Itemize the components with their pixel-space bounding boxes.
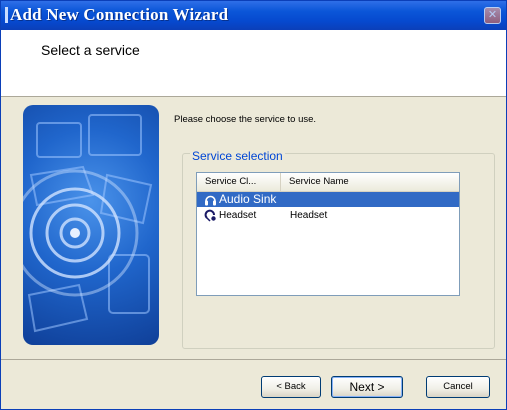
service-class-cell: Audio Sink (219, 192, 277, 206)
next-button[interactable]: Next > (331, 376, 403, 398)
column-header-service-name[interactable]: Service Name (281, 173, 459, 191)
headphones-icon (205, 195, 216, 206)
service-class-cell: Headset (219, 210, 257, 221)
list-row-audio-sink[interactable]: Audio Sink (197, 192, 459, 207)
title-bar[interactable]: Add New Connection Wizard ✕ (1, 1, 506, 30)
service-name-cell: Headset (290, 210, 328, 221)
wizard-body: Please choose the service to use. Servic… (1, 97, 506, 359)
window-title: Add New Connection Wizard (10, 5, 229, 24)
list-header: Service Cl... Service Name (197, 173, 459, 192)
wizard-footer: < Back Next > Cancel (1, 359, 506, 409)
service-list[interactable]: Service Cl... Service Name Audio Sink He… (196, 172, 460, 296)
headset-icon (204, 209, 216, 222)
wizard-header: Select a service (1, 30, 506, 97)
app-icon (5, 7, 8, 23)
close-icon: ✕ (487, 8, 498, 21)
bluetooth-signal-art (23, 114, 153, 333)
page-heading: Select a service (41, 42, 140, 58)
column-header-service-class[interactable]: Service Cl... (197, 173, 281, 191)
list-row-headset[interactable]: Headset Headset (197, 208, 459, 223)
close-button[interactable]: ✕ (484, 7, 501, 24)
wizard-illustration (23, 105, 159, 345)
wizard-window: Add New Connection Wizard ✕ Select a ser… (0, 0, 507, 410)
prompt-text: Please choose the service to use. (174, 114, 317, 125)
back-button[interactable]: < Back (261, 376, 321, 398)
cancel-button[interactable]: Cancel (426, 376, 490, 398)
group-title: Service selection (190, 149, 285, 163)
